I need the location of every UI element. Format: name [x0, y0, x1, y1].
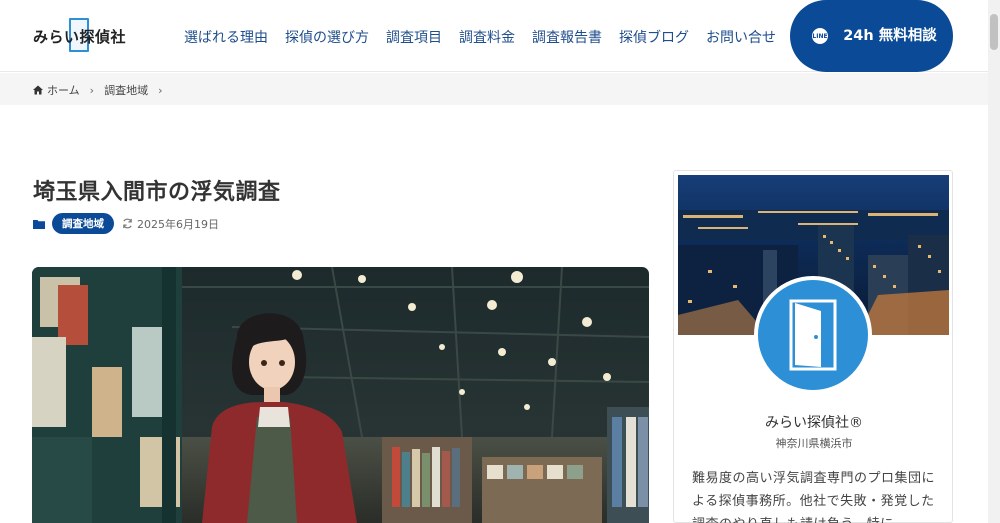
breadcrumb-category-link[interactable]: 調査地域: [104, 82, 148, 98]
profile-avatar: [754, 276, 872, 394]
profile-name: みらい探偵社®: [765, 415, 863, 431]
logo-text: みらい探偵社: [33, 27, 127, 46]
free-consult-button[interactable]: LINE 24h 無料相談: [790, 0, 953, 72]
profile-location: 神奈川県横浜市: [775, 437, 853, 450]
nav-link-blog[interactable]: 探偵ブログ: [619, 27, 689, 47]
nav-link-how-to-choose[interactable]: 探偵の選び方: [285, 27, 369, 47]
breadcrumb-bar: ホーム › 調査地域 ›: [0, 73, 988, 105]
nav-link-contact[interactable]: お問い合せ: [706, 27, 776, 47]
category-badge[interactable]: 調査地域: [52, 213, 114, 234]
main-nav: 選ばれる理由 探偵の選び方 調査項目 調査料金 調査報告書 探偵ブログ お問い合…: [184, 27, 793, 47]
home-icon: [33, 85, 43, 95]
folder-icon: [33, 219, 45, 229]
nav-link-services[interactable]: 調査項目: [386, 27, 442, 47]
scrollbar-thumb[interactable]: [990, 14, 998, 50]
line-icon: LINE: [812, 28, 828, 44]
nav-link-reasons[interactable]: 選ばれる理由: [184, 27, 268, 47]
breadcrumb: ホーム › 調査地域 ›: [33, 82, 172, 98]
site-logo[interactable]: みらい探偵社: [33, 18, 126, 54]
hero-image: [32, 267, 649, 523]
cta-label: 24h 無料相談: [843, 28, 937, 44]
nav-link-reports[interactable]: 調査報告書: [532, 27, 602, 47]
chevron-right-icon: ›: [158, 83, 163, 97]
chevron-right-icon: ›: [89, 83, 95, 97]
refresh-icon: [123, 218, 132, 229]
door-icon: [789, 299, 837, 371]
profile-description: 難易度の高い浮気調査専門のプロ集団による探偵事務所。他社で失敗・発覚した調査のや…: [692, 471, 936, 523]
article-meta: 調査地域 2025年6月19日: [33, 213, 219, 234]
scrollbar[interactable]: [988, 0, 1000, 523]
updated-date: 2025年6月19日: [137, 217, 219, 231]
breadcrumb-home-link[interactable]: ホーム: [47, 82, 80, 98]
page-title: 埼玉県入間市の浮気調査: [33, 180, 281, 205]
nav-link-pricing[interactable]: 調査料金: [459, 27, 515, 47]
profile-card: みらい探偵社® 神奈川県横浜市 難易度の高い浮気調査専門のプロ集団による探偵事務…: [673, 170, 953, 523]
site-header: みらい探偵社 選ばれる理由 探偵の選び方 調査項目 調査料金 調査報告書 探偵ブ…: [0, 0, 988, 72]
